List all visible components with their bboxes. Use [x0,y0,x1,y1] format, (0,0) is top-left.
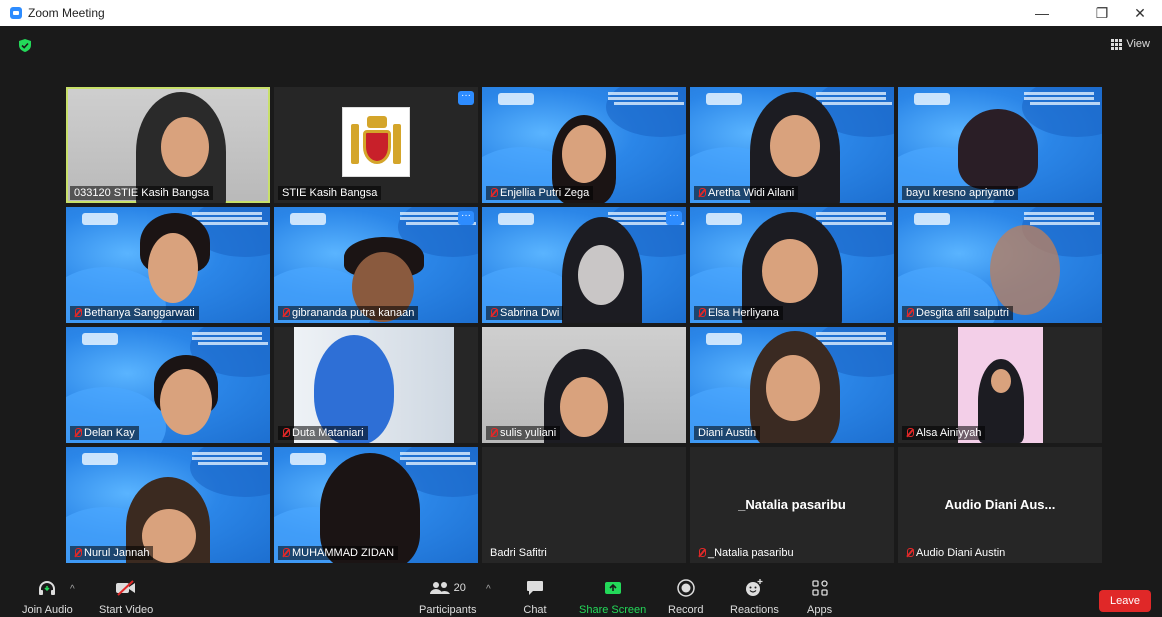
muted-mic-icon [698,308,706,318]
video-tile[interactable]: Diani Austin [690,327,894,443]
video-tile[interactable]: Audio Diani Aus... Audio Diani Austin [898,447,1102,563]
share-screen-button[interactable]: Share Screen [579,578,646,616]
muted-mic-icon [698,188,706,198]
video-tile[interactable]: sulis yuliani [482,327,686,443]
video-tile[interactable]: Duta Mataniari [274,327,478,443]
muted-mic-icon [282,548,290,558]
video-tile[interactable]: bayu kresno apriyanto [898,87,1102,203]
participant-name: STIE Kasih Bangsa [278,186,382,200]
video-off-icon [114,578,138,598]
participant-name: _Natalia pasaribu [694,546,798,560]
leave-button[interactable]: Leave [1099,590,1151,612]
audio-options-caret-icon[interactable]: ^ [70,584,75,595]
title-bar: Zoom Meeting — ❐ ✕ [0,0,1162,26]
start-video-button[interactable]: Start Video [99,578,153,616]
participants-button[interactable]: 20 Participants [419,578,476,616]
participant-name: Delan Kay [70,426,139,440]
chat-icon [523,578,547,598]
video-tile[interactable]: Elsa Herliyana [690,207,894,323]
shield-check-icon[interactable] [19,39,31,52]
join-audio-button[interactable]: Join Audio [22,578,73,616]
muted-mic-icon [698,548,706,558]
participant-name: bayu kresno apriyanto [902,186,1019,200]
participant-name: Bethanya Sanggarwati [70,306,199,320]
zoom-app-icon [10,7,22,19]
participant-name: Alsa Ainiyyah [902,426,986,440]
view-label: View [1126,38,1150,50]
reactions-icon [742,578,766,598]
apps-button[interactable]: Apps [807,578,832,616]
muted-mic-icon [490,428,498,438]
participant-name: Sabrina Dwi [486,306,564,320]
window-title: Zoom Meeting [28,6,105,20]
participant-name: Nurul Jannah [70,546,154,560]
muted-mic-icon [906,428,914,438]
share-screen-icon [601,578,625,598]
participants-icon: 20 [423,578,473,598]
view-button[interactable]: View [1111,38,1150,50]
muted-mic-icon [490,188,498,198]
video-tile[interactable]: ··· Sabrina Dwi [482,207,686,323]
more-options-icon[interactable]: ··· [666,211,682,225]
participants-caret-icon[interactable]: ^ [486,584,491,595]
video-tile[interactable]: MUHAMMAD ZIDAN [274,447,478,563]
participant-name: sulis yuliani [486,426,561,440]
meeting-toolbar: Join Audio ^ Start Video 20 Participants… [0,574,1162,617]
participant-name: Enjellia Putri Zega [486,186,594,200]
video-tile[interactable]: Delan Kay [66,327,270,443]
video-tile[interactable]: _Natalia pasaribu _Natalia pasaribu [690,447,894,563]
participant-name: gibrananda putra kanaan [278,306,419,320]
muted-mic-icon [74,428,82,438]
zoom-window: Zoom Meeting — ❐ ✕ View 033120 STIE Kasi… [0,0,1162,617]
muted-mic-icon [74,308,82,318]
participant-name: Aretha Widi Ailani [694,186,799,200]
record-button[interactable]: Record [668,578,703,616]
muted-mic-icon [74,548,82,558]
video-tile[interactable]: 033120 STIE Kasih Bangsa [66,87,270,203]
muted-mic-icon [282,308,290,318]
close-button[interactable]: ✕ [1122,0,1158,26]
grid-view-icon [1111,38,1123,50]
video-tile[interactable]: Enjellia Putri Zega [482,87,686,203]
restore-button[interactable]: ❐ [1084,0,1120,26]
muted-mic-icon [906,308,914,318]
muted-mic-icon [490,308,498,318]
minimize-button[interactable]: — [1024,0,1060,26]
participant-name: Desgita afil salputri [902,306,1013,320]
headphones-icon [35,578,59,598]
chat-button[interactable]: Chat [523,578,547,616]
more-options-icon[interactable]: ··· [458,211,474,225]
participant-display-name: _Natalia pasaribu [738,497,846,512]
stie-kasih-bangsa-logo [342,107,410,177]
video-tile[interactable]: Aretha Widi Ailani [690,87,894,203]
participants-count: 20 [453,582,466,594]
video-tile[interactable]: Nurul Jannah [66,447,270,563]
participant-name: Diani Austin [694,426,761,440]
meeting-top-bar: View [0,26,1162,64]
record-icon [674,578,698,598]
video-tile[interactable]: Alsa Ainiyyah [898,327,1102,443]
video-tile[interactable]: ··· gibrananda putra kanaan [274,207,478,323]
participant-name: 033120 STIE Kasih Bangsa [70,186,214,200]
participant-name: Elsa Herliyana [694,306,783,320]
video-tile[interactable]: Desgita afil salputri [898,207,1102,323]
video-tile[interactable]: Bethanya Sanggarwati [66,207,270,323]
muted-mic-icon [282,428,290,438]
muted-mic-icon [906,548,914,558]
participant-display-name: Audio Diani Aus... [944,497,1056,512]
reactions-button[interactable]: Reactions [730,578,779,616]
apps-icon [808,578,832,598]
participant-name: Duta Mataniari [278,426,368,440]
participant-name: Audio Diani Austin [902,546,1009,560]
participant-name: Badri Safitri [490,547,547,559]
more-options-icon[interactable]: ··· [458,91,474,105]
video-tile[interactable]: ··· STIE Kasih Bangsa [274,87,478,203]
participant-name: MUHAMMAD ZIDAN [278,546,399,560]
video-tile[interactable]: Badri Safitri [482,447,686,563]
